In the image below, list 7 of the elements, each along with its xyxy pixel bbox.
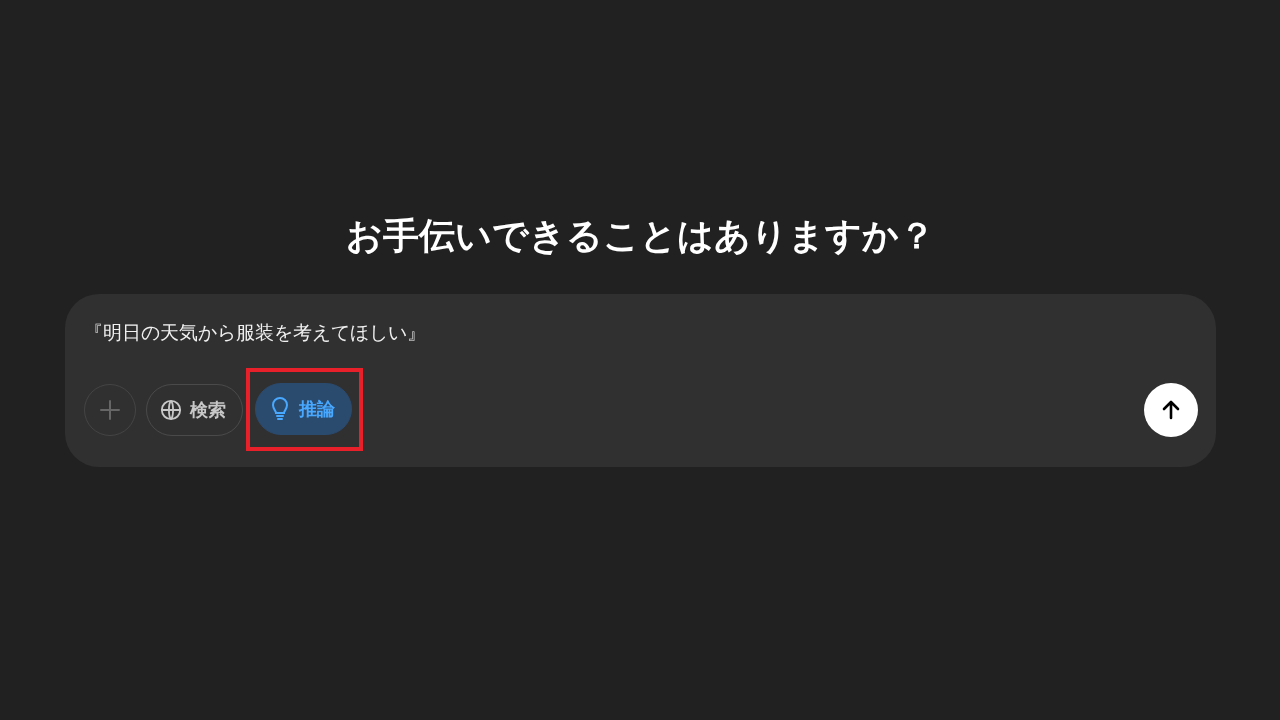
heading: お手伝いできることはありますか？	[345, 214, 935, 258]
lightbulb-icon	[269, 397, 291, 421]
send-button[interactable]	[1144, 382, 1198, 437]
reason-button[interactable]: 推論	[255, 383, 352, 435]
plus-icon	[99, 398, 121, 421]
globe-icon	[160, 398, 182, 421]
prompt-text[interactable]: 『明日の天気から服装を考えてほしい』	[84, 318, 426, 346]
